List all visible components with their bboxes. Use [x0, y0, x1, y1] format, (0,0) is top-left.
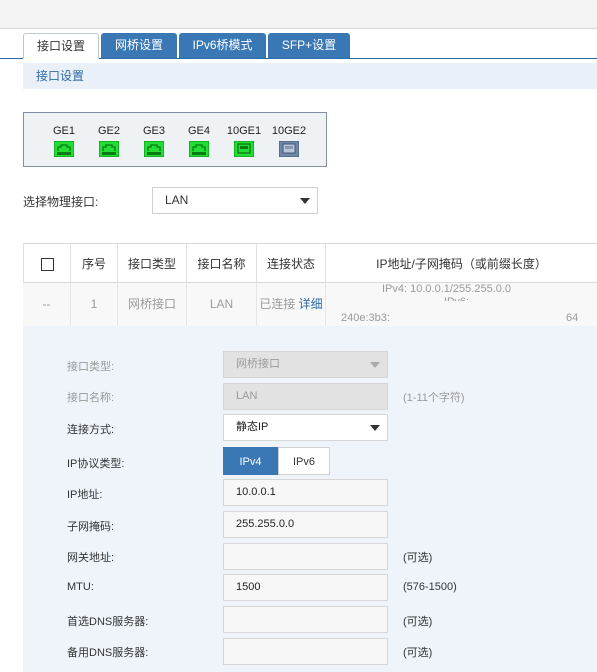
dns-secondary-hint: (可选)	[403, 647, 433, 659]
sfp-port-disconnected-icon	[278, 140, 300, 158]
mtu-hint: (576-1500)	[403, 581, 457, 593]
select-all-checkbox[interactable]	[40, 258, 54, 272]
physical-interface-label: 选择物理接口:	[23, 195, 99, 209]
interface-name-input: LAN	[223, 383, 388, 410]
section-header-bar	[23, 63, 597, 89]
dns-primary-label: 首选DNS服务器:	[67, 616, 149, 628]
ethernet-port-connected-icon	[98, 140, 120, 158]
select-all-cell	[23, 243, 71, 283]
port-label: GE1	[52, 125, 75, 137]
subnet-mask-input[interactable]: 255.255.0.0	[223, 511, 388, 538]
connect-mode-value: 静态IP	[236, 421, 269, 433]
mtu-label: MTU:	[67, 581, 94, 593]
port-label: GE4	[187, 125, 210, 137]
row-name: LAN	[187, 283, 257, 326]
connect-mode-select[interactable]: 静态IP	[223, 414, 388, 441]
chevron-down-icon	[370, 425, 380, 431]
gateway-input[interactable]	[223, 543, 388, 570]
col-header-index: 序号	[71, 243, 118, 283]
physical-interface-select[interactable]: LAN	[152, 187, 318, 214]
dns-primary-hint: (可选)	[403, 616, 433, 628]
interface-type-value: 网桥接口	[236, 358, 280, 370]
section-title: 接口设置	[36, 69, 85, 83]
col-header-type: 接口类型	[118, 243, 187, 283]
row-ipv6-suffix: 64	[566, 312, 579, 324]
row-status-cell: 已连接 详细	[257, 283, 326, 326]
ipv6-toggle[interactable]: IPv6	[278, 447, 330, 475]
row-ipv6-label: IPv6:	[444, 296, 469, 301]
top-strip	[0, 0, 597, 29]
detail-link[interactable]: 详细	[299, 297, 323, 311]
col-header-status: 连接状态	[257, 243, 326, 283]
port-panel: GE1 GE2 GE3 GE4 10GE1 10GE2	[23, 112, 327, 167]
subnet-mask-label: 子网掩码:	[67, 521, 115, 533]
port-10ge2[interactable]: 10GE2	[267, 124, 311, 160]
physical-interface-value: LAN	[165, 193, 189, 207]
row-type: 网桥接口	[118, 283, 187, 326]
port-ge3[interactable]: GE3	[132, 124, 176, 160]
ethernet-port-connected-icon	[188, 140, 210, 158]
chevron-down-icon	[370, 362, 380, 368]
interface-type-select: 网桥接口	[223, 351, 388, 378]
row-ipv6-prefix: 240e:3b3:	[341, 312, 390, 324]
row-ipv4: IPv4: 10.0.0.1/255.255.0.0	[382, 283, 512, 295]
connect-mode-label: 连接方式:	[67, 424, 115, 436]
port-10ge1[interactable]: 10GE1	[222, 124, 266, 160]
port-ge2[interactable]: GE2	[87, 124, 131, 160]
mtu-input[interactable]: 1500	[223, 574, 388, 601]
ip-protocol-label: IP协议类型:	[67, 458, 125, 470]
row-select-cell: --	[23, 283, 71, 326]
col-header-ip: IP地址/子网掩码（或前缀长度）	[326, 243, 597, 283]
sfp-port-connected-icon	[233, 140, 255, 158]
tab-bridge-settings[interactable]: 网桥设置	[101, 33, 177, 58]
gateway-label: 网关地址:	[67, 552, 115, 564]
ipv4-toggle[interactable]: IPv4	[223, 447, 278, 475]
row-index: 1	[71, 283, 118, 326]
port-label: GE3	[142, 125, 165, 137]
port-label: 10GE1	[226, 125, 262, 137]
row-ip-cell: IPv4: 10.0.0.1/255.255.0.0 IPv6: 240e:3b…	[326, 283, 597, 326]
ethernet-port-connected-icon	[143, 140, 165, 158]
interface-name-hint: (1-11个字符)	[403, 392, 465, 404]
interface-name-label: 接口名称:	[67, 392, 115, 404]
tab-interface-settings[interactable]: 接口设置	[23, 33, 99, 59]
tab-ipv6-bridge-mode[interactable]: IPv6桥模式	[179, 33, 266, 58]
ethernet-port-connected-icon	[53, 140, 75, 158]
port-label: GE2	[97, 125, 120, 137]
row-status: 已连接	[259, 297, 296, 311]
ip-address-input[interactable]: 10.0.0.1	[223, 479, 388, 506]
ip-address-label: IP地址:	[67, 489, 103, 501]
port-ge4[interactable]: GE4	[177, 124, 221, 160]
interface-type-label: 接口类型:	[67, 361, 115, 373]
dns-secondary-label: 备用DNS服务器:	[67, 647, 149, 659]
port-ge1[interactable]: GE1	[42, 124, 86, 160]
tab-sfp-settings[interactable]: SFP+设置	[268, 33, 350, 58]
chevron-down-icon	[300, 198, 310, 204]
dns-secondary-input[interactable]	[223, 638, 388, 665]
dns-primary-input[interactable]	[223, 606, 388, 633]
port-label: 10GE2	[271, 125, 307, 137]
col-header-name: 接口名称	[187, 243, 257, 283]
gateway-hint: (可选)	[403, 552, 433, 564]
